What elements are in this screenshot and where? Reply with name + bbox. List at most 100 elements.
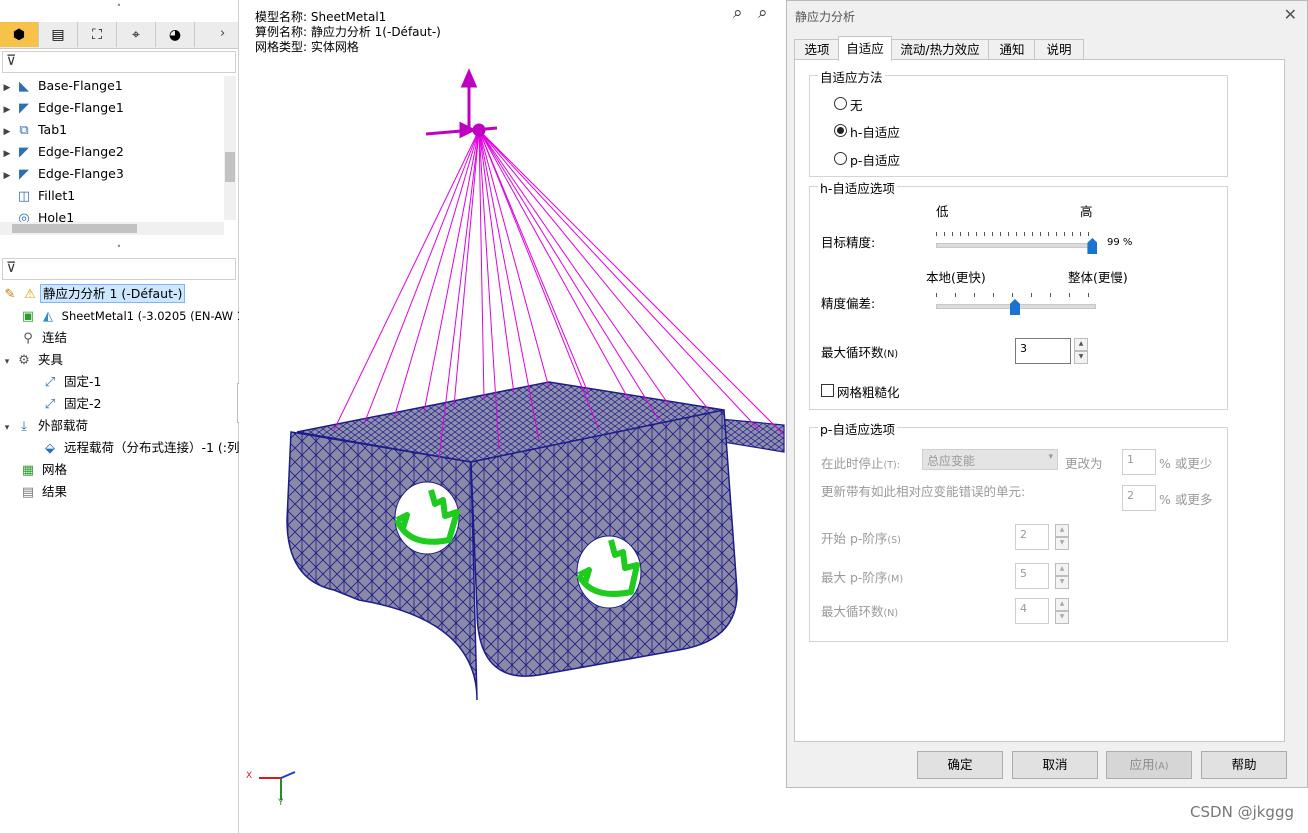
change-value-input[interactable]: 1 (1122, 449, 1156, 475)
accuracy-bias-slider[interactable] (1010, 299, 1020, 315)
p-max-loops-input[interactable]: 4 (1015, 598, 1049, 624)
max-order-label: 最大 p-阶序(M) (821, 570, 904, 585)
dialog-title: 静应力分析 (795, 10, 856, 24)
tab-notification[interactable]: 通知 (988, 39, 1036, 60)
tree-item-connections[interactable]: ⚲ 连结 (18, 327, 67, 349)
tree-item-hole[interactable]: ◎ Hole1 (0, 207, 74, 222)
static-study-dialog: 静应力分析 ✕ 选项 自适应 流动/热力效应 通知 说明 自适应方法 无 h-自… (786, 0, 1308, 788)
spin-up-icon[interactable]: ▲ (1055, 598, 1069, 611)
simulation-filter[interactable]: ⊽ (2, 258, 236, 280)
help-button[interactable]: 帮助 (1201, 751, 1287, 779)
tree-item-tab[interactable]: ▶ ⧉ Tab1 (0, 119, 68, 143)
mesh-icon: ▦ (21, 463, 35, 478)
start-order-input[interactable]: 2 (1015, 524, 1049, 550)
tree-item-fixtures[interactable]: ▾ ⚙ 夹具 (0, 349, 63, 371)
feature-manager-icon[interactable]: ⬢ (0, 22, 39, 47)
tree-item-remote-load[interactable]: ⬙ 远程载荷（分布式连接）-1 (:列 (40, 437, 240, 459)
property-manager-icon[interactable]: ▤ (39, 22, 78, 47)
spin-up-icon[interactable]: ▲ (1055, 524, 1069, 537)
apply-button[interactable]: 应用(A) (1106, 751, 1192, 779)
update-elements-label: 更新带有如此相对应变能错误的单元: (821, 484, 1026, 499)
results-icon: ▤ (21, 485, 35, 500)
spin-up-icon[interactable]: ▲ (1055, 563, 1069, 576)
spin-up-icon[interactable]: ▲ (1074, 338, 1088, 351)
local-faster-label: 本地(更快) (926, 270, 986, 285)
tab-options[interactable]: 选项 (794, 39, 840, 60)
fixtures-icon: ⚙ (18, 353, 30, 368)
tree-item-mesh[interactable]: ▦ 网格 (18, 459, 67, 481)
p-adaptive-options-group: p-自适应选项 在此时停止(T): 总应变能 ▾ 更改为 1 % 或更少 更新带有… (809, 419, 1228, 642)
tab-flow-thermal[interactable]: 流动/热力效应 (890, 39, 990, 60)
tree-item-edge-flange[interactable]: ▶ ◤ Edge-Flange1 (0, 97, 124, 119)
horizontal-scrollbar[interactable] (0, 222, 224, 235)
filter-icon: ⊽ (6, 53, 17, 69)
triad-y-label: Y (278, 798, 284, 808)
chevron-right-icon[interactable]: › (220, 26, 225, 41)
collapse-arrow-icon[interactable]: ▾ (0, 351, 14, 373)
fixed-geometry-icon: ⤢ (44, 375, 56, 390)
configuration-manager-icon[interactable]: ⛶ (78, 22, 117, 47)
tree-item-study[interactable]: ✎ ⚠ 静应力分析 1 (-Défaut-) (0, 283, 186, 305)
study-icon: ✎ (4, 287, 16, 302)
dimxpert-icon[interactable]: ⌖ (117, 22, 156, 47)
tab-remarks[interactable]: 说明 (1034, 39, 1084, 60)
max-loops-input[interactable]: 3 (1015, 338, 1071, 364)
tree-item-fixture[interactable]: ⤢ 固定-1 (40, 371, 102, 393)
collapse-arrow-icon[interactable]: ▾ (0, 417, 14, 439)
slider-ticks (936, 293, 1094, 297)
remote-load-arrows (425, 68, 498, 139)
global-slower-label: 整体(更慢) (1068, 270, 1128, 285)
max-order-input[interactable]: 5 (1015, 563, 1049, 589)
radio-h-adaptive-label: h-自适应 (850, 125, 900, 140)
target-accuracy-track[interactable] (936, 243, 1096, 248)
tree-item-part[interactable]: ▣ ◭ SheetMetal1 (-3.0205 (EN-AW 12 (18, 305, 251, 327)
target-accuracy-slider[interactable] (1087, 238, 1098, 254)
group-title: p-自适应选项 (818, 419, 897, 438)
tree-item-edge-flange[interactable]: ▶ ◤ Edge-Flange3 (0, 163, 124, 185)
tree-item-base-flange[interactable]: ▶ ◣ Base-Flange1 (0, 75, 123, 97)
external-loads-icon: ⤓ (21, 419, 27, 434)
expand-arrow-icon[interactable]: ▶ (0, 165, 14, 187)
tree-item-external-loads[interactable]: ▾ ⤓ 外部载荷 (0, 415, 88, 437)
expand-arrow-icon[interactable]: ▶ (0, 121, 14, 143)
panel-splitter[interactable]: • (0, 241, 238, 253)
slider-ticks (936, 232, 1094, 236)
mesh-coarsening-checkbox[interactable] (821, 384, 834, 397)
panel-grip[interactable]: • (0, 0, 238, 12)
spin-down-icon[interactable]: ▼ (1055, 537, 1069, 550)
feature-filter[interactable]: ⊽ (2, 51, 236, 73)
scrollbar-thumb[interactable] (225, 152, 235, 182)
material-icon: ◭ (43, 309, 53, 324)
expand-arrow-icon[interactable]: ▶ (0, 77, 14, 99)
stop-when-select[interactable]: 总应变能 ▾ (922, 449, 1058, 470)
graphics-viewport[interactable]: 模型名称: SheetMetal1 算例名称: 静应力分析 1(-Défaut-… (239, 0, 786, 833)
expand-arrow-icon[interactable]: ▶ (0, 143, 14, 165)
ok-button[interactable]: 确定 (917, 751, 1003, 779)
close-icon[interactable]: ✕ (1284, 5, 1297, 24)
chevron-down-icon: ▾ (1048, 452, 1053, 462)
remote-load-icon: ⬙ (45, 441, 55, 456)
cancel-button[interactable]: 取消 (1012, 751, 1098, 779)
update-value-input[interactable]: 2 (1122, 485, 1156, 511)
tree-item-edge-flange[interactable]: ▶ ◤ Edge-Flange2 (0, 141, 124, 163)
left-flange-mesh (286, 431, 478, 701)
expand-arrow-icon[interactable]: ▶ (0, 99, 14, 121)
feature-tree-scrollbar[interactable] (224, 76, 236, 220)
tab-adaptive[interactable]: 自适应 (838, 36, 892, 61)
tree-item-results[interactable]: ▤ 结果 (18, 481, 67, 503)
spin-down-icon[interactable]: ▼ (1055, 576, 1069, 589)
study-label: 静应力分析 1 (-Défaut-) (40, 284, 186, 303)
radio-none[interactable] (834, 97, 847, 110)
spin-down-icon[interactable]: ▼ (1074, 351, 1088, 364)
spin-down-icon[interactable]: ▼ (1055, 611, 1069, 624)
radio-p-adaptive[interactable] (834, 152, 847, 165)
target-accuracy-value: 99 % (1107, 237, 1133, 248)
watermark-text: CSDN @jkggg (1190, 803, 1294, 821)
scrollbar-thumb[interactable] (12, 224, 137, 233)
display-manager-icon[interactable]: ◕ (156, 22, 195, 47)
tree-item-fillet[interactable]: ◫ Fillet1 (0, 185, 75, 207)
radio-h-adaptive[interactable] (834, 124, 847, 137)
tree-item-fixture[interactable]: ⤢ 固定-2 (40, 393, 102, 415)
edge-flange-icon: ◤ (19, 101, 29, 116)
h-adaptive-options-group: h-自适应选项 低 高 目标精度: 99 % 本地(更快) 整体(更慢) 精度偏… (809, 178, 1228, 410)
